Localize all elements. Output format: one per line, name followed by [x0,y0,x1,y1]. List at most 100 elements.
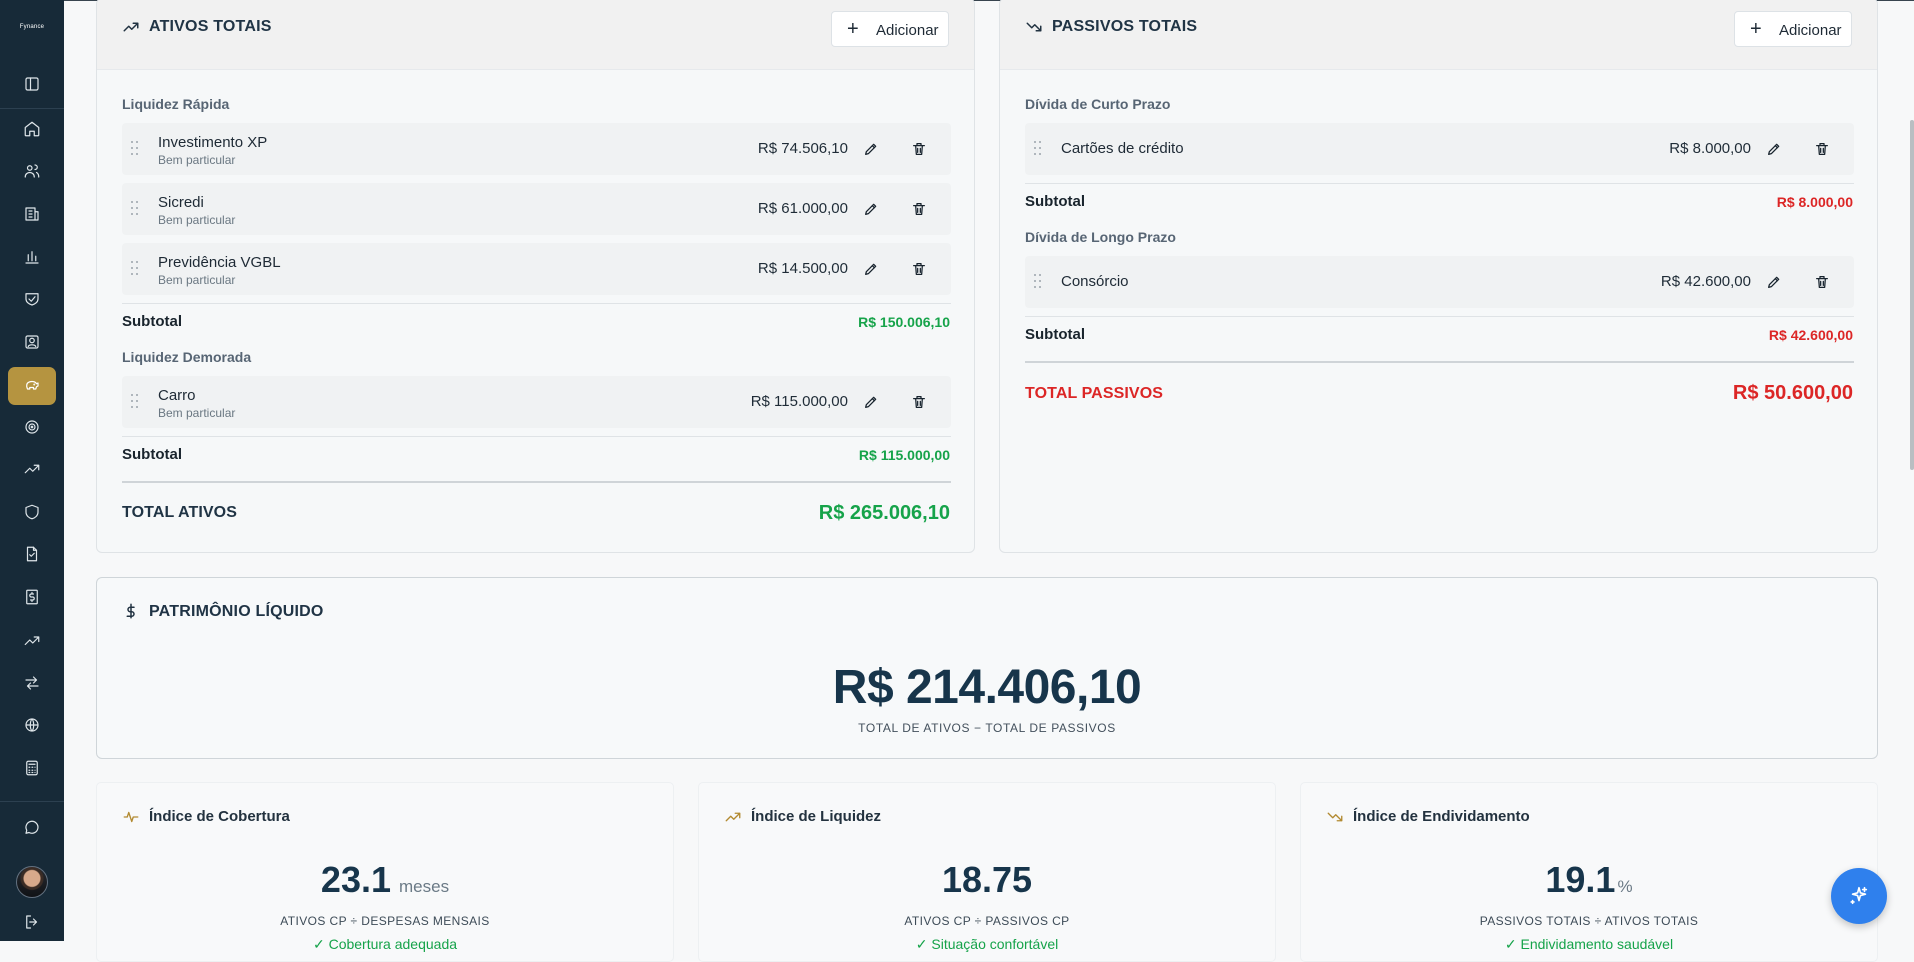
metric-value: 23.1 meses [97,859,673,901]
liquidity-index-card: Índice de Liquidez 18.75 ATIVOS CP ÷ PAS… [698,782,1276,962]
net-worth-formula: TOTAL DE ATIVOS − TOTAL DE PASSIVOS [858,721,1116,735]
users-icon[interactable] [16,155,48,187]
transfer-icon[interactable] [16,667,48,699]
metric-title: Índice de Endividamento [1353,808,1530,825]
metric-title: Índice de Liquidez [751,808,882,825]
metric-status: ✓ Cobertura adequada [312,936,458,952]
bar-chart-icon[interactable] [16,241,48,273]
logout-icon[interactable] [16,906,48,938]
divider [122,436,951,437]
handshake-shield-icon[interactable] [16,283,48,315]
home-icon[interactable] [16,113,48,145]
trash-icon[interactable] [908,138,930,160]
edit-icon[interactable] [860,198,882,220]
edit-icon[interactable] [1763,138,1785,160]
liability-item[interactable]: Consórcio R$ 42.600,00 [1025,256,1854,308]
building-icon[interactable] [16,198,48,230]
app-logo[interactable]: Fynance [0,24,64,30]
subtotal-value: R$ 115.000,00 [858,447,950,463]
asset-item[interactable]: Carro Bem particular R$ 115.000,00 [122,376,951,428]
liability-name: Consórcio [1061,273,1129,290]
chat-icon[interactable] [16,812,48,844]
asset-amount: R$ 74.506,10 [757,140,848,157]
piggy-bank-icon[interactable] [8,367,56,405]
avatar[interactable] [16,866,48,898]
activity-icon [122,808,140,826]
shield-icon[interactable] [16,496,48,528]
drag-handle-icon[interactable] [131,394,141,410]
add-liability-label: Adicionar [1779,22,1842,39]
drag-handle-icon[interactable] [131,261,141,277]
asset-note: Bem particular [158,273,236,287]
net-worth-value: R$ 214.406,10 [832,661,1142,714]
asset-name: Sicredi [158,194,204,211]
metric-unit: % [1617,877,1633,896]
total-liabilities-value: R$ 50.600,00 [1732,382,1853,404]
drag-handle-icon[interactable] [1034,274,1044,290]
net-worth-card: PATRIMÔNIO LÍQUIDO R$ 214.406,10 TOTAL D… [96,577,1878,759]
total-divider [1025,361,1854,363]
liability-name: Cartões de crédito [1061,140,1184,157]
metric-value: 19.1% [1301,859,1877,901]
trending-down-icon [1326,808,1344,826]
ai-assistant-button[interactable] [1831,868,1887,924]
trending-down-icon [1025,18,1043,36]
panel-toggle-icon[interactable] [16,68,48,100]
drag-handle-icon[interactable] [131,141,141,157]
growth-icon[interactable] [16,624,48,656]
liability-category-long-term: Dívida de Longo Prazo [1025,229,1176,245]
total-liabilities-label: TOTAL PASSIVOS [1025,385,1164,402]
edit-icon[interactable] [860,138,882,160]
trash-icon[interactable] [908,258,930,280]
divider [1025,316,1854,317]
metric-status: ✓ Situação confortável [915,936,1059,952]
add-asset-button[interactable]: + Adicionar [831,11,949,47]
liability-amount: R$ 42.600,00 [1660,273,1751,290]
contact-card-icon[interactable] [16,326,48,358]
metric-number: 23.1 [320,859,391,900]
money-receipt-icon[interactable] [16,581,48,613]
metric-title: Índice de Cobertura [149,808,290,825]
plus-icon: + [1750,18,1762,40]
trending-up-icon[interactable] [16,453,48,485]
plus-icon: + [847,18,859,40]
add-liability-button[interactable]: + Adicionar [1734,11,1852,47]
sidebar-divider [0,108,64,109]
asset-category-slow-liquidity: Liquidez Demorada [122,349,252,365]
subtotal-label: Subtotal [122,313,182,330]
trash-icon[interactable] [1811,271,1833,293]
asset-amount: R$ 61.000,00 [757,200,848,217]
subtotal-label: Subtotal [122,446,182,463]
liabilities-title: PASSIVOS TOTAIS [1052,18,1198,35]
globe-icon[interactable] [16,709,48,741]
calculator-icon[interactable] [16,752,48,784]
asset-item[interactable]: Sicredi Bem particular R$ 61.000,00 [122,183,951,235]
trash-icon[interactable] [1811,138,1833,160]
debt-index-card: Índice de Endividamento 19.1% PASSIVOS T… [1300,782,1878,962]
add-asset-label: Adicionar [876,22,939,39]
trash-icon[interactable] [908,391,930,413]
divider [122,303,951,304]
liability-category-short-term: Dívida de Curto Prazo [1025,96,1171,112]
drag-handle-icon[interactable] [1034,141,1044,157]
asset-amount: R$ 14.500,00 [757,260,848,277]
edit-icon[interactable] [1763,271,1785,293]
total-assets-value: R$ 265.006,10 [818,502,950,524]
page-scrollbar[interactable] [1910,120,1914,470]
edit-icon[interactable] [860,258,882,280]
target-icon[interactable] [16,411,48,443]
subtotal-value: R$ 8.000,00 [1776,194,1853,210]
asset-name: Previdência VGBL [158,254,281,271]
metric-number: 19.1 [1545,859,1616,900]
trash-icon[interactable] [908,198,930,220]
liability-item[interactable]: Cartões de crédito R$ 8.000,00 [1025,123,1854,175]
subtotal-value: R$ 42.600,00 [1768,327,1853,343]
asset-item[interactable]: Investimento XP Bem particular R$ 74.506… [122,123,951,175]
metric-caption: PASSIVOS TOTAIS ÷ ATIVOS TOTAIS [1479,914,1699,928]
drag-handle-icon[interactable] [131,201,141,217]
asset-item[interactable]: Previdência VGBL Bem particular R$ 14.50… [122,243,951,295]
document-icon[interactable] [16,538,48,570]
edit-icon[interactable] [860,391,882,413]
asset-name: Investimento XP [158,134,268,151]
subtotal-value: R$ 150.006,10 [858,314,950,330]
